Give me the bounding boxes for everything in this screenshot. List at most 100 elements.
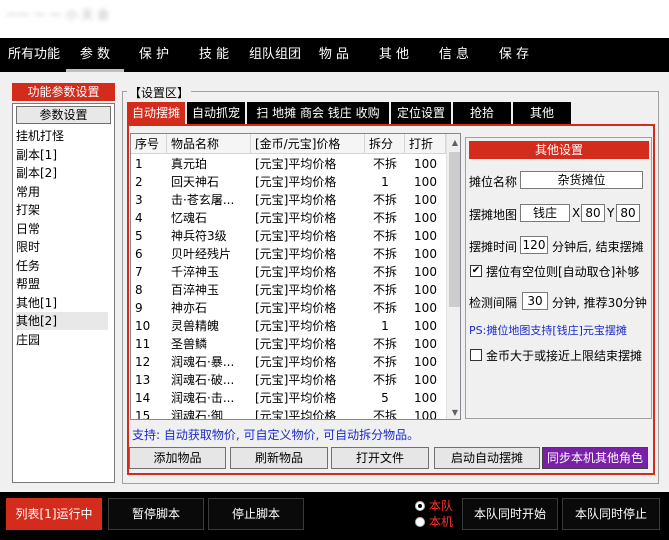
left-item[interactable]: 打架: [16, 201, 108, 219]
col-header-index[interactable]: 序号: [131, 134, 167, 154]
radio-team-label[interactable]: 本队: [429, 497, 453, 514]
cell-split: 不拆: [372, 157, 397, 171]
top-menu: 所有功能 参 数 保 护 技 能 组队组团 物 品 其 他 信 息 保 存: [0, 38, 669, 72]
radio-machine-label[interactable]: 本机: [429, 513, 453, 530]
left-item[interactable]: 限时: [16, 238, 108, 256]
col-header-name[interactable]: 物品名称: [167, 134, 251, 154]
left-item[interactable]: 常用: [16, 183, 108, 201]
table-row[interactable]: 5 神兵符3级 [元宝]平均价格 不拆 100: [131, 227, 447, 245]
cell-discount: 100: [414, 265, 437, 279]
cell-discount: 100: [414, 157, 437, 171]
add-item-button[interactable]: 添加物品: [129, 447, 226, 469]
radio-team[interactable]: [415, 501, 425, 511]
tab-loot[interactable]: 抢拾: [453, 102, 511, 124]
menu-team[interactable]: 组队组团: [244, 38, 306, 72]
cell-name: 润魂石·御: [171, 409, 223, 420]
y-field[interactable]: 80: [616, 204, 640, 222]
menu-all-functions[interactable]: 所有功能: [4, 38, 64, 72]
table-row[interactable]: 12 润魂石·暴... [元宝]平均价格 不拆 100: [131, 353, 447, 371]
cell-price: [元宝]平均价格: [255, 211, 337, 225]
cell-split: 不拆: [372, 247, 397, 261]
cell-index: 2: [135, 175, 143, 189]
scroll-up-icon[interactable]: ▲: [447, 134, 460, 151]
team-stop-button[interactable]: 本队同时停止: [562, 498, 660, 530]
scroll-thumb[interactable]: [449, 152, 460, 307]
stall-map-field[interactable]: 钱庄: [520, 204, 570, 222]
table-row[interactable]: 3 击·苍玄屠... [元宝]平均价格 不拆 100: [131, 191, 447, 209]
table-row[interactable]: 9 神亦石 [元宝]平均价格 不拆 100: [131, 299, 447, 317]
check-interval-field[interactable]: 30: [522, 292, 548, 310]
cell-index: 8: [135, 283, 143, 297]
left-item[interactable]: 其他[1]: [16, 294, 108, 312]
menu-save[interactable]: 保 存: [486, 38, 542, 72]
tab-other[interactable]: 其他: [513, 102, 571, 124]
cell-price: [元宝]平均价格: [255, 355, 337, 369]
left-item[interactable]: 帮盟: [16, 275, 108, 293]
scroll-down-icon[interactable]: ▼: [447, 404, 460, 419]
cell-index: 1: [135, 157, 143, 171]
cell-price: [元宝]平均价格: [255, 157, 337, 171]
tab-location[interactable]: 定位设置: [391, 102, 451, 124]
left-item[interactable]: 日常: [16, 220, 108, 238]
stall-name-field[interactable]: 杂货摊位: [520, 171, 643, 189]
table-row[interactable]: 15 润魂石·御 [元宝]平均价格 不拆 100: [131, 407, 447, 420]
left-item[interactable]: 挂机打怪: [16, 127, 108, 145]
cell-name: 贝叶经残片: [171, 247, 232, 261]
menu-items[interactable]: 物 品: [306, 38, 362, 72]
table-row[interactable]: 8 百淬神玉 [元宝]平均价格 不拆 100: [131, 281, 447, 299]
pause-script-button[interactable]: 暂停脚本: [108, 498, 204, 530]
table-row[interactable]: 11 圣兽鳞 [元宝]平均价格 不拆 100: [131, 335, 447, 353]
table-row[interactable]: 2 回天神石 [元宝]平均价格 1 100: [131, 173, 447, 191]
cell-split: 不拆: [372, 229, 397, 243]
gold-limit-checkbox[interactable]: [470, 349, 482, 361]
cell-name: 灵兽精魄: [171, 319, 220, 333]
tab-scan-stalls[interactable]: 扫 地摊 商会 钱庄 收购: [247, 102, 389, 124]
stop-script-button[interactable]: 停止脚本: [208, 498, 304, 530]
menu-skills[interactable]: 技 能: [186, 38, 242, 72]
start-auto-stall-button[interactable]: 启动自动摆摊: [434, 447, 540, 469]
table-row[interactable]: 1 真元珀 [元宝]平均价格 不拆 100: [131, 155, 447, 173]
item-table[interactable]: 序号 物品名称 [金币/元宝]价格 拆分 打折 1 真元珀 [元宝]平均价格 不拆 10…: [130, 133, 461, 420]
run-status-button[interactable]: 列表[1]运行中: [6, 498, 102, 530]
menu-params[interactable]: 参 数: [66, 38, 124, 72]
table-scrollbar[interactable]: ▲ ▼: [446, 134, 460, 419]
open-file-button[interactable]: 打开文件: [331, 447, 429, 469]
sync-roles-button[interactable]: 同步本机其他角色: [542, 447, 648, 469]
left-item[interactable]: 庄园: [16, 331, 108, 349]
cell-split: 不拆: [372, 283, 397, 297]
left-item[interactable]: 任务: [16, 257, 108, 275]
cell-split: 不拆: [372, 301, 397, 315]
table-row[interactable]: 14 润魂石·击... [元宝]平均价格 5 100: [131, 389, 447, 407]
menu-protect[interactable]: 保 护: [126, 38, 182, 72]
param-settings-button[interactable]: 参数设置: [16, 106, 111, 124]
table-row[interactable]: 13 润魂石·破... [元宝]平均价格 不拆 100: [131, 371, 447, 389]
left-item[interactable]: 副本[1]: [16, 146, 108, 164]
cell-price: [元宝]平均价格: [255, 301, 337, 315]
left-item[interactable]: 其他[2]: [16, 312, 108, 330]
auto-fetch-checkbox[interactable]: ✔: [470, 265, 482, 277]
cell-discount: 100: [414, 391, 437, 405]
table-row[interactable]: 10 灵兽精魄 [元宝]平均价格 1 100: [131, 317, 447, 335]
refresh-item-button[interactable]: 刷新物品: [230, 447, 328, 469]
radio-machine[interactable]: [415, 517, 425, 527]
support-text: 支持: 自动获取物价, 可自定义物价, 可自动拆分物品。: [132, 428, 420, 442]
tab-auto-pet[interactable]: 自动抓宠: [187, 102, 245, 124]
table-row[interactable]: 4 忆魂石 [元宝]平均价格 不拆 100: [131, 209, 447, 227]
stall-time-field[interactable]: 120: [520, 236, 548, 254]
tab-auto-stall[interactable]: 自动摆摊: [127, 102, 185, 124]
cell-price: [元宝]平均价格: [255, 337, 337, 351]
team-start-button[interactable]: 本队同时开始: [462, 498, 558, 530]
cell-discount: 100: [414, 247, 437, 261]
left-item[interactable]: 副本[2]: [16, 164, 108, 182]
table-row[interactable]: 7 千淬神玉 [元宝]平均价格 不拆 100: [131, 263, 447, 281]
title-bar: 一一 一 一 小 天 会: [0, 0, 669, 38]
col-header-split[interactable]: 拆分: [365, 134, 405, 154]
col-header-discount[interactable]: 打折: [405, 134, 446, 154]
menu-info[interactable]: 信 息: [426, 38, 482, 72]
cell-discount: 100: [414, 211, 437, 225]
menu-other[interactable]: 其 他: [366, 38, 422, 72]
cell-price: [元宝]平均价格: [255, 283, 337, 297]
col-header-price[interactable]: [金币/元宝]价格: [251, 134, 365, 154]
table-row[interactable]: 6 贝叶经残片 [元宝]平均价格 不拆 100: [131, 245, 447, 263]
x-field[interactable]: 80: [581, 204, 605, 222]
